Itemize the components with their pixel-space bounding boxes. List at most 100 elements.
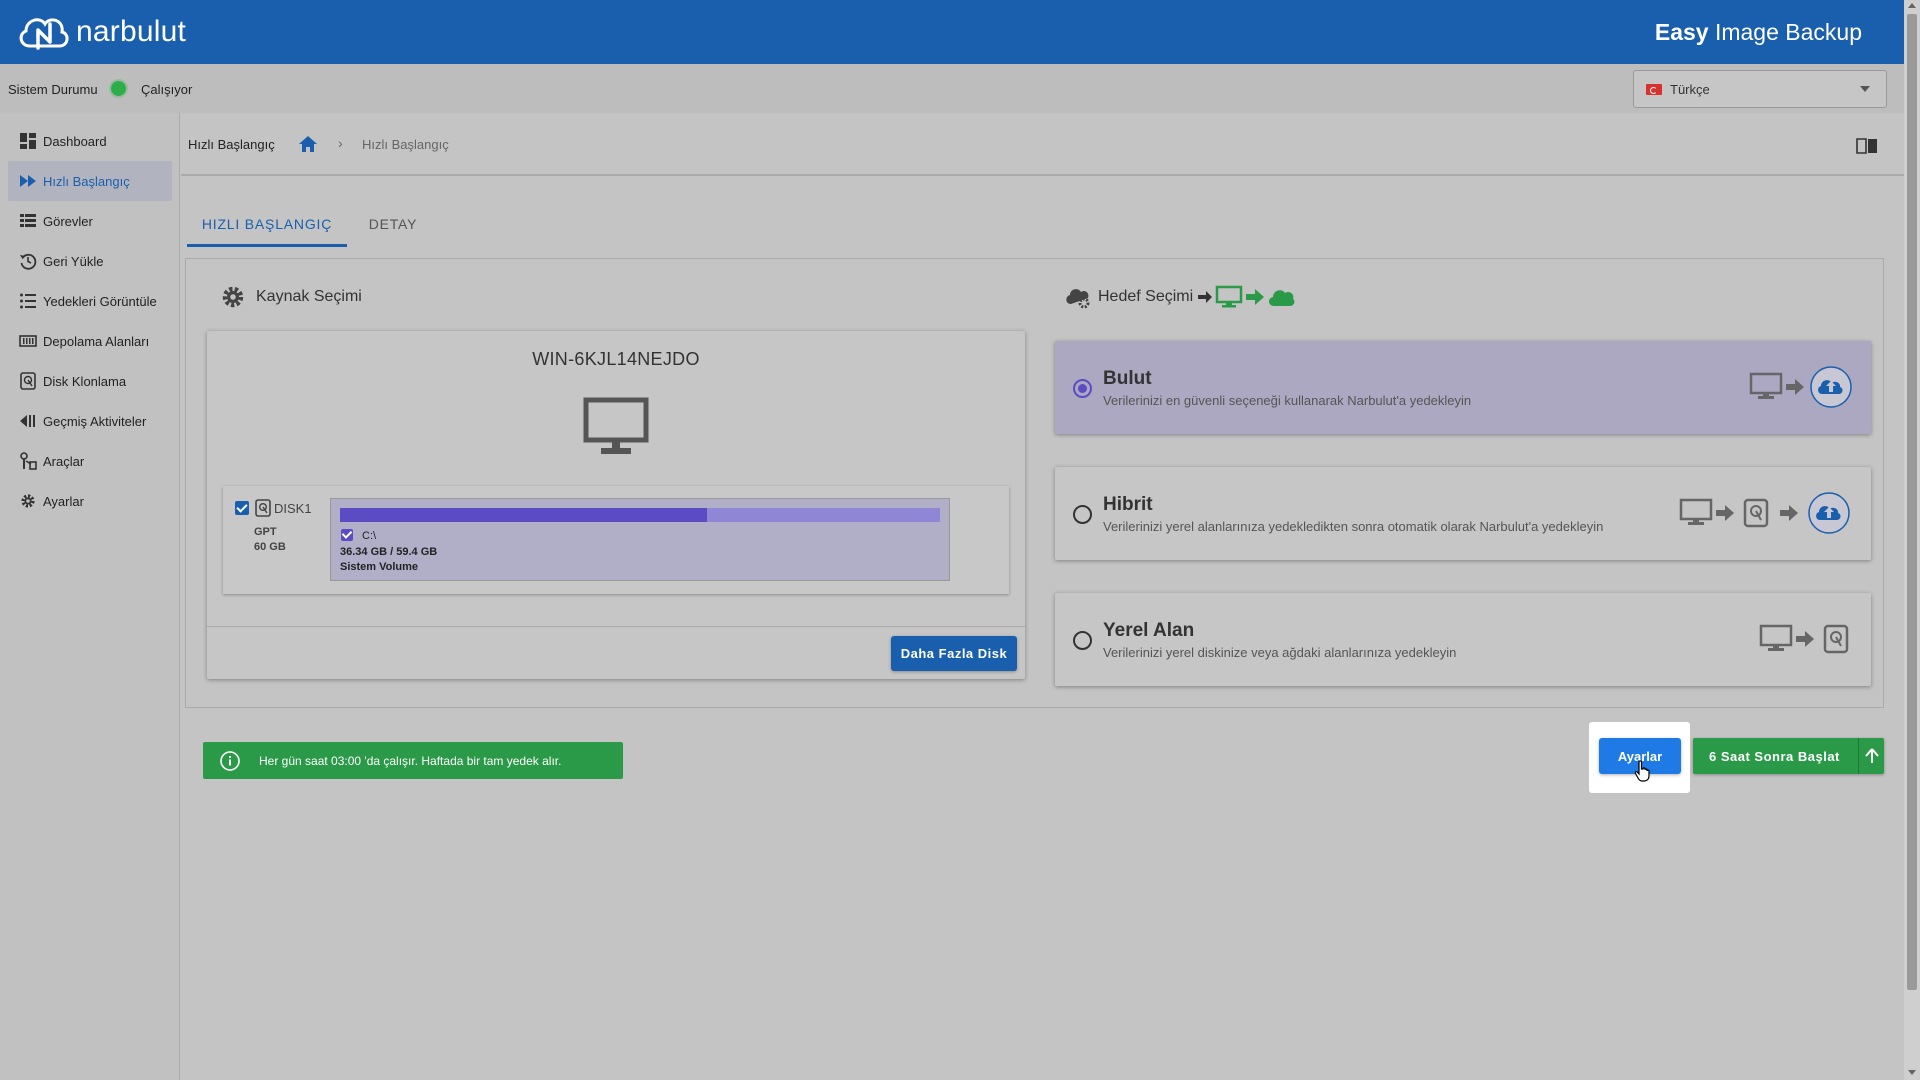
- arrow-right-icon: [1716, 505, 1734, 521]
- disk-box: DISK1 GPT 60 GB C:\ 36.34 GB / 59.4 GB S…: [223, 486, 1009, 594]
- sidebar-item-label: Ayarlar: [43, 493, 84, 509]
- scroll-down-icon[interactable]: [1908, 1070, 1916, 1075]
- divider: [207, 626, 1025, 627]
- breadcrumb-current: Hızlı Başlangıç: [362, 137, 449, 152]
- sidebar-item-label: Hızlı Başlangıç: [43, 173, 130, 189]
- status-indicator-icon: [111, 81, 126, 96]
- activity-icon: [18, 412, 38, 430]
- radio-hibrit[interactable]: [1073, 505, 1092, 524]
- sidebar-item-label: Geçmiş Aktiviteler: [43, 413, 147, 429]
- more-disk-button[interactable]: Daha Fazla Disk: [891, 636, 1017, 671]
- arrow-right-icon: [1246, 289, 1265, 305]
- monitor-icon: [1749, 372, 1783, 399]
- sidebar-item-label: Geri Yükle: [43, 253, 104, 269]
- radio-yerel-alan[interactable]: [1073, 631, 1092, 650]
- tab-hizli-baslangic[interactable]: HIZLI BAŞLANGIÇ: [187, 200, 347, 247]
- option-hibrit[interactable]: Hibrit Verilerinizi yerel alanlarınıza y…: [1055, 467, 1871, 560]
- sidebar-item-yedekleri-goruntule[interactable]: Yedekleri Görüntüle: [8, 281, 172, 321]
- option-description: Verilerinizi yerel alanlarınıza yedekled…: [1103, 519, 1604, 534]
- partition-letter: C:\: [362, 530, 377, 542]
- hand-cursor-icon: [1634, 760, 1650, 782]
- monitor-icon: [583, 397, 649, 454]
- dashboard-icon: [18, 132, 38, 150]
- disk-name: DISK1: [274, 501, 312, 516]
- page-title: Hızlı Başlangıç: [188, 137, 275, 152]
- option-title: Hibrit: [1103, 494, 1153, 515]
- breadcrumb: Hızlı Başlangıç › Hızlı Başlangıç: [181, 113, 1904, 176]
- monitor-icon: [1679, 498, 1713, 525]
- tools-icon: [18, 452, 38, 470]
- partition-usage-fill: [340, 508, 708, 522]
- sidebar-item-geri-yukle[interactable]: Geri Yükle: [8, 241, 172, 281]
- arrow-right-icon: [1780, 505, 1798, 521]
- system-status-value: Çalışıyor: [141, 82, 193, 97]
- list-icon: [18, 292, 38, 310]
- partition-usage-bar: [340, 508, 940, 522]
- page-scrollbar[interactable]: [1904, 0, 1920, 1080]
- sidebar-item-label: Dashboard: [43, 133, 107, 149]
- option-title: Yerel Alan: [1103, 620, 1195, 641]
- sidebar-item-ayarlar[interactable]: Ayarlar: [8, 481, 172, 521]
- disk-checkbox[interactable]: [235, 501, 249, 515]
- sidebar-item-araclar[interactable]: Araçlar: [8, 441, 172, 481]
- partition-label: Sistem Volume: [340, 561, 419, 573]
- gear-icon: [222, 286, 244, 308]
- schedule-info-banner: Her gün saat 03:00 'da çalışır. Haftada …: [203, 742, 623, 779]
- task-list-icon: [18, 212, 38, 230]
- sidebar-item-depolama-alanlari[interactable]: Depolama Alanları: [8, 321, 172, 361]
- home-icon[interactable]: [298, 134, 318, 154]
- sidebar-item-hizli-baslangic[interactable]: Hızlı Başlangıç: [8, 161, 172, 201]
- host-name: WIN-6KJL14NEJDO: [532, 349, 700, 369]
- breadcrumb-separator: ›: [338, 135, 343, 151]
- tab-detay[interactable]: DETAY: [357, 200, 429, 247]
- disk-clone-icon: [18, 372, 38, 390]
- partition-c[interactable]: C:\ 36.34 GB / 59.4 GB Sistem Volume: [330, 498, 950, 581]
- book-icon[interactable]: [1856, 137, 1878, 155]
- sidebar-item-label: Görevler: [43, 213, 93, 229]
- scroll-thumb[interactable]: [1907, 14, 1917, 990]
- cloud-upload-icon: [1808, 492, 1850, 534]
- disk-size: 60 GB: [254, 541, 286, 553]
- option-description: Verilerinizi en güvenli seçeneği kullana…: [1103, 393, 1472, 408]
- radio-bulut[interactable]: [1073, 379, 1092, 398]
- info-icon: [220, 751, 240, 771]
- status-bar: Sistem Durumu Çalışıyor: [0, 64, 1904, 113]
- destination-section-title: Hedef Seçimi: [1064, 284, 1295, 310]
- partition-usage: 36.34 GB / 59.4 GB: [340, 546, 438, 558]
- scroll-up-icon[interactable]: [1908, 3, 1916, 8]
- cloud-upload-icon: [1810, 366, 1852, 408]
- start-later-label: 6 Saat Sonra Başlat: [1709, 749, 1840, 764]
- cloud-logo-icon: [19, 18, 69, 50]
- fast-forward-icon: [18, 172, 38, 190]
- language-select[interactable]: Türkçe: [1633, 70, 1887, 108]
- option-title: Bulut: [1103, 368, 1152, 389]
- sidebar-item-label: Disk Klonlama: [43, 373, 127, 389]
- arrow-right-icon: [1796, 631, 1814, 647]
- arrow-right-icon: [1786, 379, 1804, 395]
- history-icon: [18, 252, 38, 270]
- logo-text: narbulut: [76, 15, 187, 48]
- sidebar: Dashboard Hızlı Başlangıç Görevler Geri …: [0, 113, 180, 1080]
- arrow-up-icon[interactable]: [1858, 738, 1884, 774]
- partition-checkbox[interactable]: [341, 529, 353, 541]
- cloud-settings-icon: [1066, 289, 1090, 309]
- cloud-flow: [1749, 365, 1853, 409]
- option-yerel-alan[interactable]: Yerel Alan Verilerinizi yerel diskinize …: [1055, 593, 1871, 686]
- monitor-icon: [1759, 624, 1793, 651]
- turkey-flag-icon: [1646, 84, 1662, 95]
- sidebar-item-gecmis-aktiviteler[interactable]: Geçmiş Aktiviteler: [8, 401, 172, 441]
- start-later-button[interactable]: 6 Saat Sonra Başlat: [1693, 738, 1884, 774]
- sidebar-item-dashboard[interactable]: Dashboard: [8, 121, 172, 161]
- monitor-icon: [1215, 285, 1243, 308]
- app-header: narbulut Easy Image Backup: [0, 0, 1904, 64]
- option-bulut[interactable]: Bulut Verilerinizi en güvenli seçeneği k…: [1055, 341, 1871, 434]
- narbulut-logo[interactable]: narbulut: [14, 8, 186, 56]
- sidebar-item-gorevler[interactable]: Görevler: [8, 201, 172, 241]
- sidebar-item-label: Depolama Alanları: [43, 333, 150, 349]
- hdd-icon: [255, 499, 271, 517]
- gear-icon: [18, 492, 38, 510]
- sidebar-item-disk-klonlama[interactable]: Disk Klonlama: [8, 361, 172, 401]
- sidebar-item-label: Yedekleri Görüntüle: [43, 293, 157, 309]
- hdd-icon: [1743, 498, 1769, 528]
- arrow-right-icon: [1198, 291, 1213, 303]
